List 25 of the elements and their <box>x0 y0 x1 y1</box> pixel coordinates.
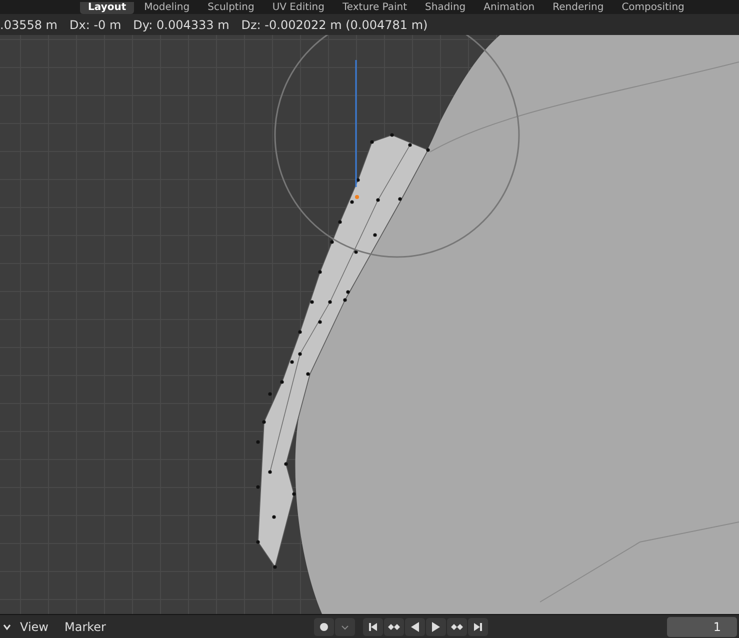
caret-icon[interactable] <box>2 622 12 632</box>
viewport[interactable] <box>0 35 739 614</box>
transform-readout: Dy: 0.004333 m <box>133 18 230 32</box>
play-reverse-icon[interactable] <box>404 618 425 636</box>
menu-item[interactable]: Marker <box>56 620 114 634</box>
transform-readout: .03558 m <box>0 18 58 32</box>
previous-keyframe-icon[interactable] <box>384 618 404 636</box>
menu-item[interactable]: View <box>12 620 56 634</box>
workspace-tab[interactable]: Compositing <box>614 2 692 14</box>
workspace-tab[interactable]: Shading <box>417 2 474 14</box>
record-icon[interactable] <box>314 618 334 636</box>
frame-field[interactable]: 1 <box>667 617 737 637</box>
workspace-tab[interactable]: Texture Paint <box>334 2 416 14</box>
transform-readout: Dz: -0.002022 m (0.004781 m) <box>241 18 428 32</box>
jump-start-icon[interactable] <box>362 618 383 636</box>
workspace-tab[interactable]: UV Editing <box>264 2 332 14</box>
jump-end-icon[interactable] <box>468 618 488 636</box>
workspace-tab[interactable]: Layout <box>80 2 134 14</box>
workspace-tab[interactable]: Animation <box>476 2 543 14</box>
play-icon[interactable] <box>426 618 446 636</box>
workspace-tab[interactable]: Rendering <box>544 2 612 14</box>
next-keyframe-icon[interactable] <box>446 618 467 636</box>
transform-readout: Dx: -0 m <box>70 18 122 32</box>
workspace-tab[interactable]: Sculpting <box>200 2 262 14</box>
workspace-tab[interactable]: Modeling <box>136 2 198 14</box>
